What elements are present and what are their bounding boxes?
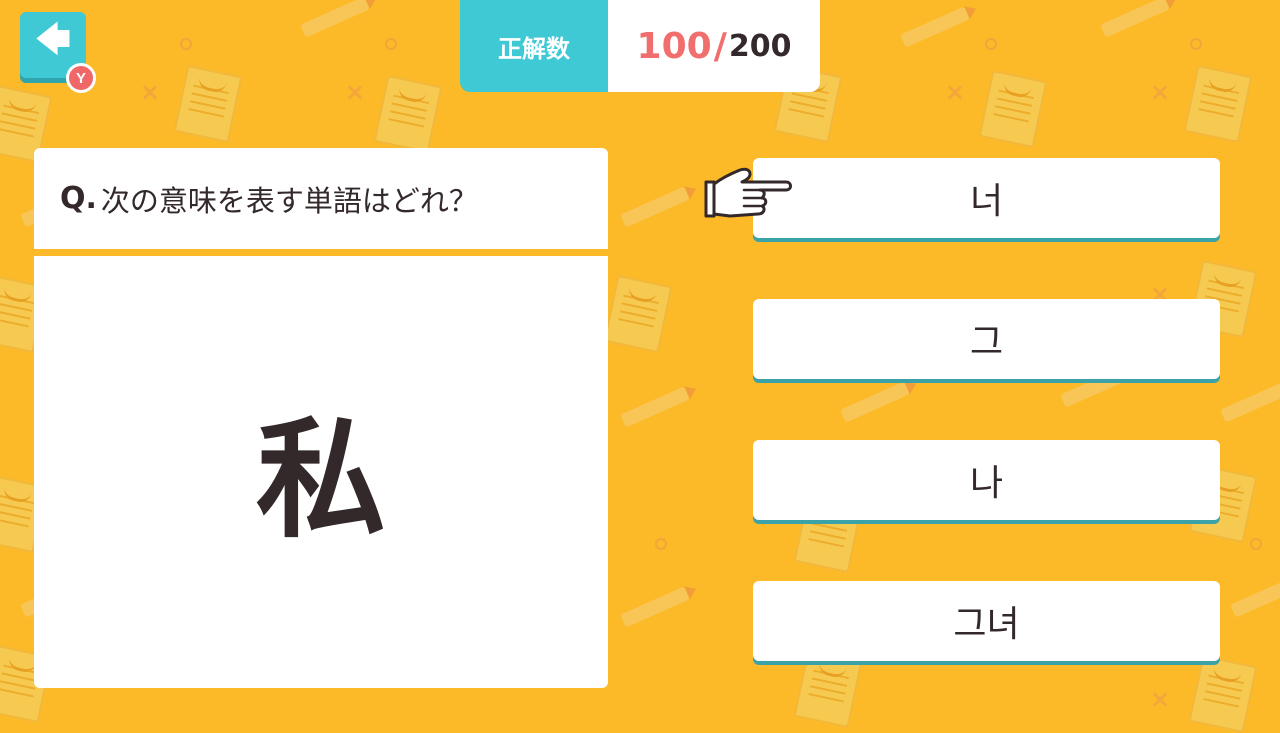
question-card: Q. 次の意味を表す単語はどれ？ 私: [34, 148, 608, 688]
answer-option-3[interactable]: 나: [753, 440, 1220, 520]
circle-dot-icon: [385, 38, 397, 50]
question-prefix: Q.: [60, 181, 97, 216]
score-slash: /: [713, 25, 727, 67]
circle-dot-icon: [655, 538, 667, 550]
score-panel: 正解数 100 / 200: [460, 0, 820, 92]
circle-dot-icon: [1250, 538, 1262, 550]
notepad-icon: [1183, 64, 1253, 144]
notepad-icon: [978, 69, 1048, 149]
circle-dot-icon: [985, 38, 997, 50]
question-word: 私: [255, 402, 386, 556]
answer-option-2[interactable]: 그: [753, 299, 1220, 379]
pencil-icon: [840, 381, 910, 423]
pointing-hand-icon: [704, 167, 792, 218]
notepad-icon: [793, 649, 863, 729]
cross-mark-icon: ×: [1150, 685, 1171, 713]
pencil-icon: [620, 186, 690, 228]
pencil-icon: [1100, 0, 1170, 38]
question-prompt: 次の意味を表す単語はどれ？: [100, 183, 478, 218]
score-label: 正解数: [460, 0, 608, 92]
notepad-icon: [373, 74, 443, 154]
cross-mark-icon: ×: [945, 78, 966, 106]
answer-option-1[interactable]: 너: [753, 158, 1220, 238]
answer-option-4[interactable]: 그녀: [753, 581, 1220, 661]
cross-mark-icon: ×: [140, 78, 161, 106]
score-value: 100 / 200: [608, 0, 820, 92]
pencil-icon: [1230, 576, 1280, 618]
circle-dot-icon: [180, 38, 192, 50]
cross-mark-icon: ×: [345, 78, 366, 106]
question-body: 私: [34, 256, 608, 681]
notepad-icon: [603, 274, 673, 354]
score-current: 100: [636, 25, 712, 67]
circle-dot-icon: [1190, 38, 1202, 50]
pencil-icon: [620, 386, 690, 428]
arrow-left-icon: 🡄: [35, 20, 71, 60]
pencil-icon: [900, 6, 970, 48]
notepad-icon: [1188, 654, 1258, 733]
y-button-badge: Y: [66, 63, 96, 93]
pencil-icon: [1220, 381, 1280, 423]
pencil-icon: [300, 0, 370, 38]
score-total: 200: [728, 28, 792, 64]
notepad-icon: [173, 64, 243, 144]
cross-mark-icon: ×: [1150, 78, 1171, 106]
question-header: Q. 次の意味を表す単語はどれ？: [34, 148, 608, 256]
pencil-icon: [620, 586, 690, 628]
